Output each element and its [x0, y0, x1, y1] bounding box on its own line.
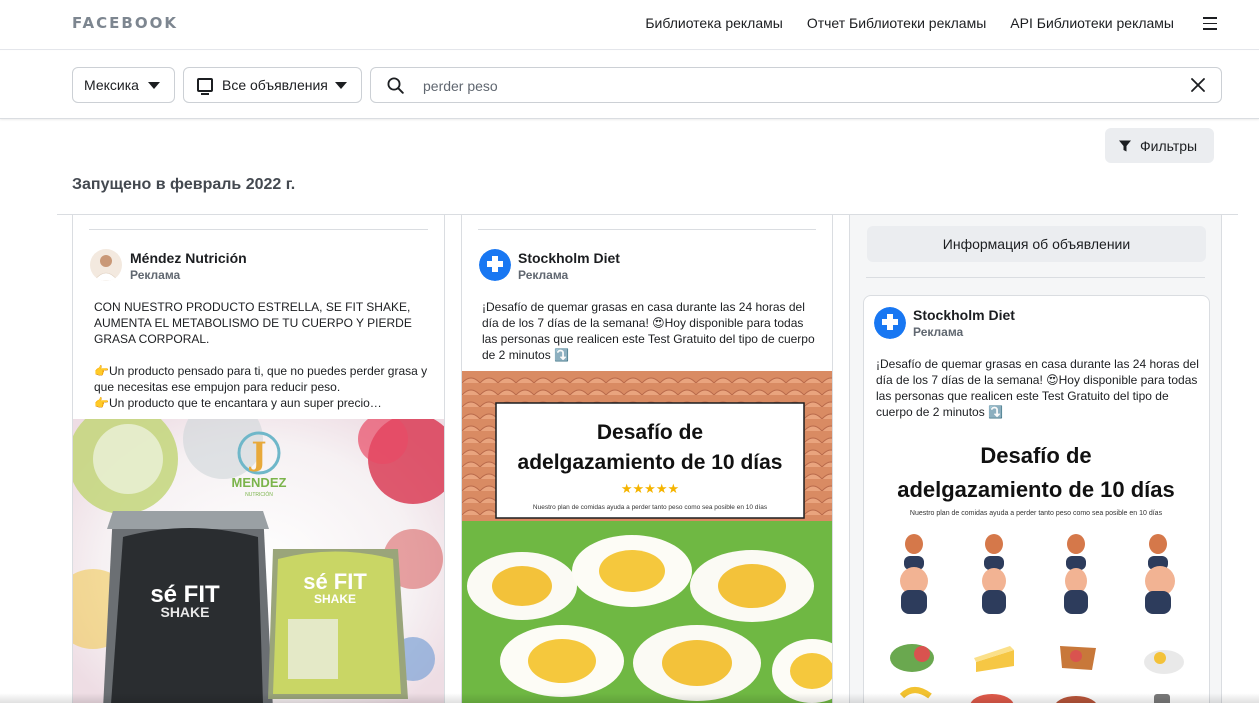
- creative-subtitle: Nuestro plan de comidas ayuda a perder t…: [533, 504, 768, 511]
- nav-link-ad-library[interactable]: Библиотека рекламы: [645, 15, 783, 31]
- bag-product-text: SHAKE: [160, 604, 209, 620]
- avatar-person-icon: [90, 249, 122, 281]
- brand-letter: J: [248, 435, 266, 473]
- ad-detail-panel: Информация об объявлении Stockholm Diet …: [849, 215, 1222, 703]
- card-divider: [478, 229, 816, 230]
- search-box: [370, 67, 1222, 103]
- brand-sub: NUTRICIÓN: [245, 491, 273, 498]
- advertiser-avatar[interactable]: [874, 307, 906, 339]
- creative-title-line2: adelgazamiento de 10 días: [518, 451, 783, 474]
- search-input[interactable]: [423, 75, 1163, 97]
- card-divider: [89, 229, 428, 230]
- ad-body-text: ¡Desafío de quemar grasas en casa durant…: [876, 357, 1203, 419]
- ad-card-mendez[interactable]: Méndez Nutrición Реклама CON NUESTRO PRO…: [72, 215, 445, 703]
- bag2-brand-text: sé FIT: [303, 569, 367, 594]
- rating-stars: ★★★★★: [621, 482, 679, 497]
- brand-name: MENDEZ: [232, 475, 287, 490]
- ad-body-text: ¡Desafío de quemar grasas en casa durant…: [482, 300, 818, 362]
- nav-links: Библиотека рекламы Отчет Библиотеки рекл…: [645, 15, 1174, 31]
- launched-heading: Запущено в февраль 2022 г.: [72, 176, 296, 193]
- monitor-icon: [197, 78, 213, 95]
- ad-type-dropdown-value: Все объявления: [222, 77, 328, 93]
- ad-creative-image[interactable]: Desafío de adelgazamiento de 10 días ★★★…: [462, 371, 832, 703]
- country-dropdown-value: Мексика: [84, 77, 139, 93]
- filters-button[interactable]: Фильтры: [1105, 128, 1214, 163]
- advertiser-name[interactable]: Méndez Nutrición: [130, 250, 247, 266]
- hamburger-icon[interactable]: [1203, 17, 1217, 31]
- creative-subtitle: Nuestro plan de comidas ayuda a perder t…: [910, 510, 1163, 517]
- advertiser-name[interactable]: Stockholm Diet: [518, 250, 620, 266]
- advertiser-avatar[interactable]: [479, 249, 511, 281]
- creative-title-line2: adelgazamiento de 10 días: [897, 477, 1175, 502]
- caret-down-icon: [148, 82, 160, 89]
- advertiser-avatar[interactable]: [90, 249, 122, 281]
- ad-body-text: CON NUESTRO PRODUCTO ESTRELLA, SE FIT SH…: [94, 300, 428, 410]
- search-icon: [387, 77, 404, 94]
- nav-link-ad-library-api[interactable]: API Библиотеки рекламы: [1010, 15, 1174, 31]
- ad-card-stockholm[interactable]: Stockholm Diet Реклама ¡Desafío de quema…: [461, 215, 833, 703]
- filters-label: Фильтры: [1140, 137, 1198, 154]
- advertiser-name[interactable]: Stockholm Diet: [913, 307, 1015, 323]
- creative-title-line1: Desafío de: [597, 421, 703, 444]
- funnel-icon: [1119, 140, 1131, 151]
- facebook-logo[interactable]: FACEBOOK: [72, 14, 178, 32]
- top-navigation: FACEBOOK Библиотека рекламы Отчет Библио…: [0, 0, 1259, 50]
- caret-down-icon: [335, 82, 347, 89]
- search-bar: Мексика Все объявления: [0, 51, 1259, 119]
- eggs-creative: Desafío de adelgazamiento de 10 días ★★★…: [462, 371, 832, 703]
- country-dropdown[interactable]: Мексика: [72, 67, 175, 103]
- ad-type-dropdown[interactable]: Все объявления: [183, 67, 362, 103]
- nav-link-ad-library-report[interactable]: Отчет Библиотеки рекламы: [807, 15, 986, 31]
- bag2-product-text: SHAKE: [314, 592, 356, 606]
- body-types-creative: Desafío de adelgazamiento de 10 días Nue…: [864, 426, 1209, 703]
- ad-creative-image[interactable]: J MENDEZ NUTRICIÓN sé FIT SHAKE sé FIT S…: [73, 419, 444, 703]
- fit-shake-creative: J MENDEZ NUTRICIÓN sé FIT SHAKE sé FIT S…: [73, 419, 444, 703]
- ad-creative-image[interactable]: Desafío de adelgazamiento de 10 días Nue…: [864, 426, 1209, 703]
- sponsored-label: Реклама: [518, 268, 569, 282]
- sponsored-label: Реклама: [913, 325, 964, 339]
- panel-divider: [866, 277, 1205, 278]
- ad-preview-card[interactable]: Stockholm Diet Реклама ¡Desafío de quema…: [863, 295, 1210, 703]
- bottom-scroll-shadow: [0, 693, 1259, 703]
- medical-cross-icon: [874, 307, 906, 339]
- ad-info-button[interactable]: Информация об объявлении: [867, 226, 1206, 262]
- sponsored-label: Реклама: [130, 268, 181, 282]
- creative-title-line1: Desafío de: [980, 443, 1091, 468]
- medical-cross-icon: [479, 249, 511, 281]
- close-icon[interactable]: [1191, 78, 1205, 92]
